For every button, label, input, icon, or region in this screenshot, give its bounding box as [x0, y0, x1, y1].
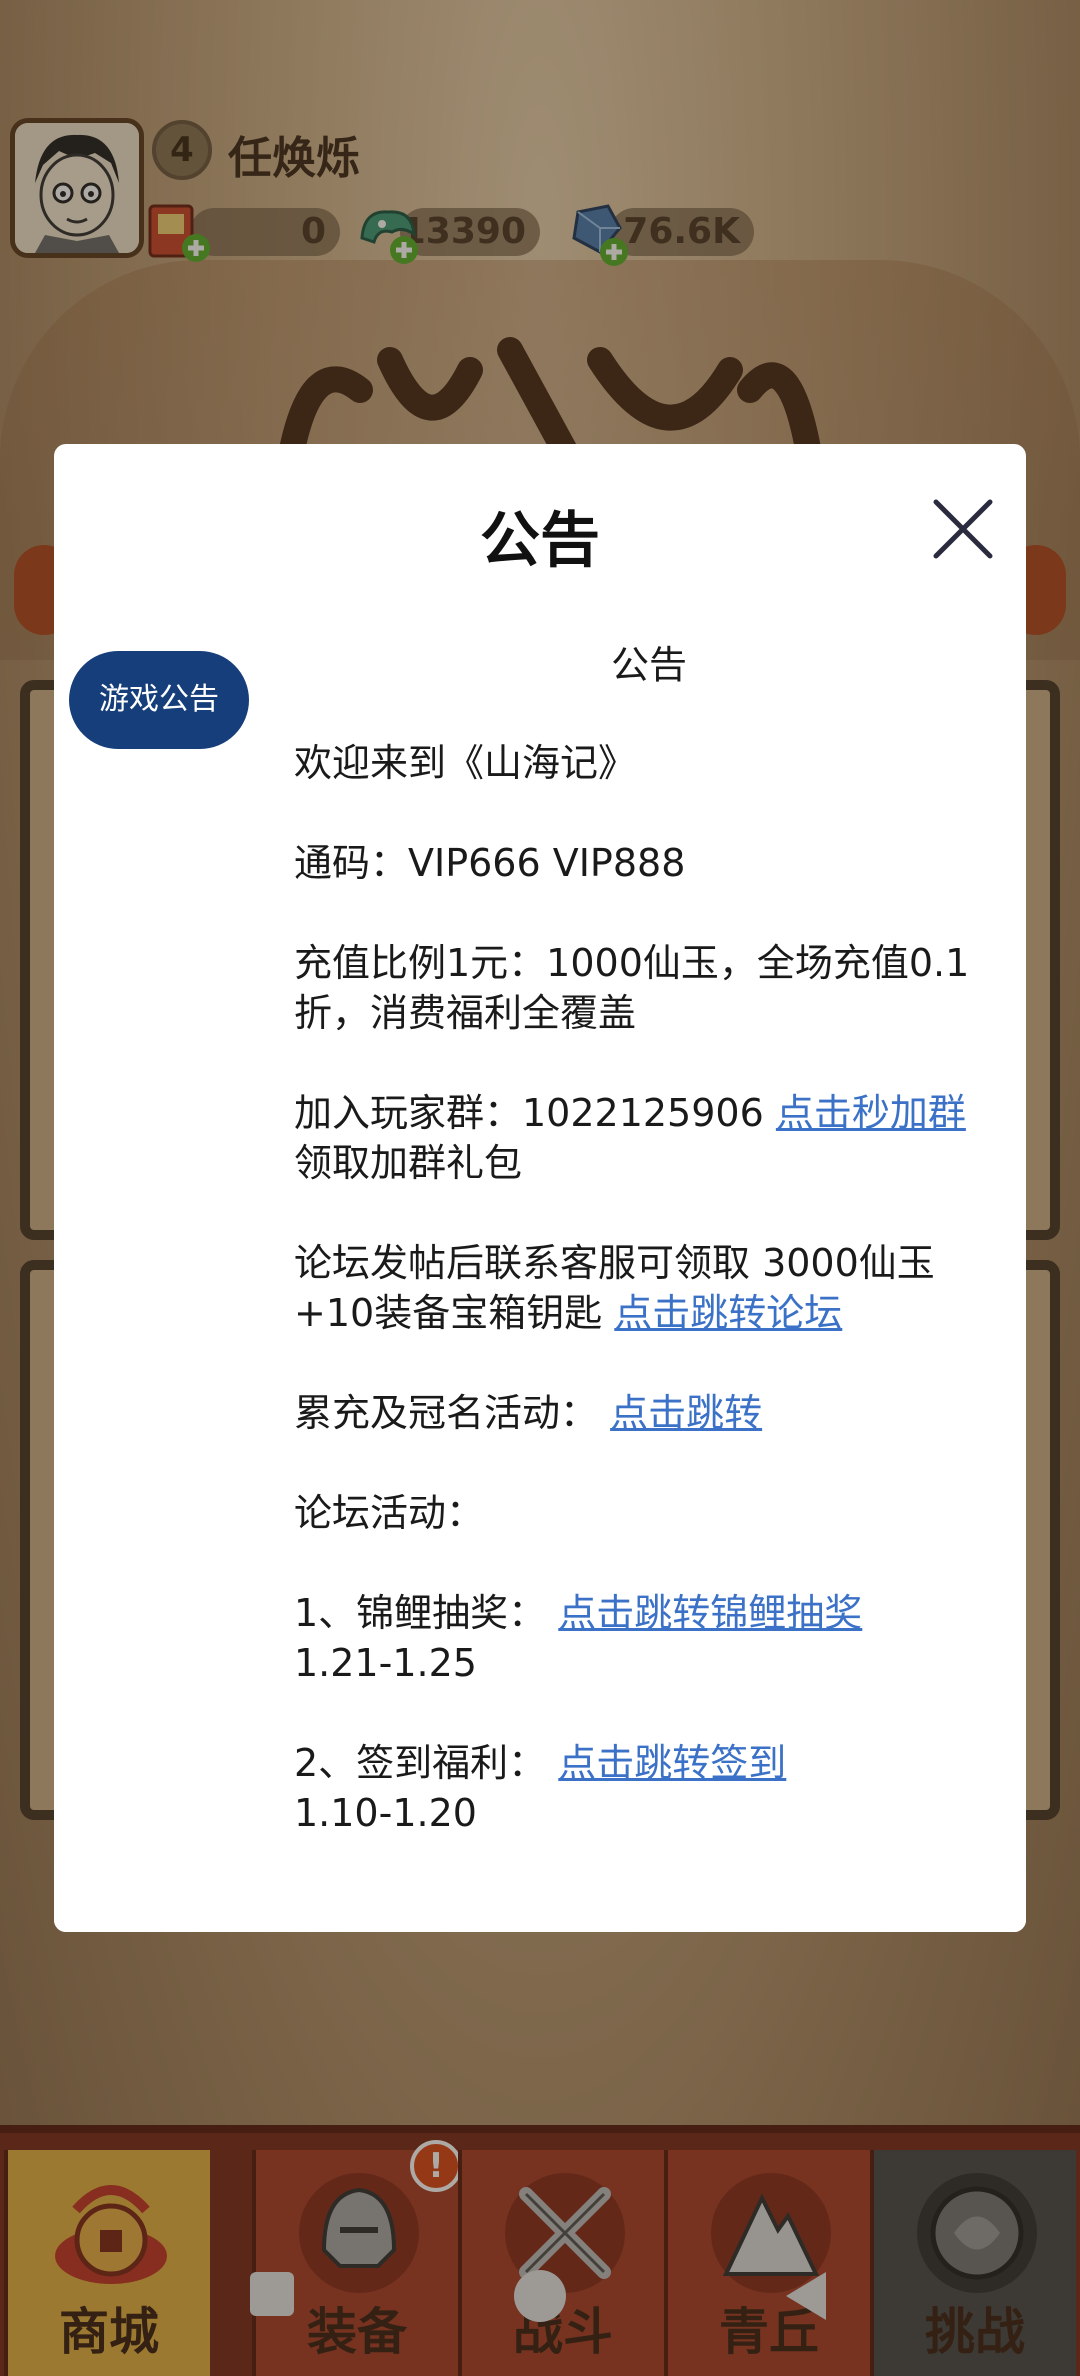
- close-icon[interactable]: [930, 496, 996, 562]
- signin-text: 2、签到福利：: [294, 1741, 547, 1785]
- welcome-text: 欢迎来到《山海记》: [294, 741, 637, 785]
- lottery-link[interactable]: 点击跳转锦鲤抽奖: [558, 1591, 862, 1635]
- group-paragraph: 加入玩家群：1022125906 点击秒加群 领取加群礼包: [294, 1088, 1004, 1188]
- forum-paragraph: 论坛发帖后联系客服可领取 3000仙玉+10装备宝箱钥匙 点击跳转论坛: [294, 1238, 1004, 1338]
- content-fade: [54, 1862, 1026, 1932]
- join-group-link[interactable]: 点击秒加群: [776, 1091, 966, 1135]
- group-suffix-text: 领取加群礼包: [294, 1141, 523, 1185]
- forum-link[interactable]: 点击跳转论坛: [614, 1291, 842, 1335]
- lottery-paragraph: 1、锦鲤抽奖： 点击跳转锦鲤抽奖 1.21-1.25: [294, 1588, 1004, 1688]
- lottery-date: 1.21-1.25: [294, 1641, 477, 1685]
- recharge-text: 充值比例1元：1000仙玉，全场充值0.1折，消费福利全覆盖: [294, 941, 970, 1035]
- forum-activity-heading: 论坛活动：: [294, 1491, 485, 1535]
- signin-date: 1.10-1.20: [294, 1791, 477, 1835]
- content-title: 公告: [610, 643, 687, 687]
- dialog-title: 公告: [480, 506, 600, 576]
- lottery-text: 1、锦鲤抽奖：: [294, 1591, 547, 1635]
- code-text: 通码：VIP666 VIP888: [294, 841, 686, 885]
- signin-paragraph: 2、签到福利： 点击跳转签到 1.10-1.20: [294, 1738, 1004, 1838]
- group-text: 加入玩家群：1022125906: [294, 1091, 776, 1135]
- signin-link[interactable]: 点击跳转签到: [558, 1741, 786, 1785]
- announcement-dialog: 公告 游戏公告 公告 欢迎来到《山海记》 通码：VIP666 VIP888 充值…: [54, 444, 1026, 1932]
- activity-link[interactable]: 点击跳转: [610, 1391, 762, 1435]
- announcement-content[interactable]: 公告 欢迎来到《山海记》 通码：VIP666 VIP888 充值比例1元：100…: [294, 640, 1004, 1912]
- activity-paragraph: 累充及冠名活动： 点击跳转: [294, 1388, 1004, 1438]
- activity-text: 累充及冠名活动：: [294, 1391, 599, 1435]
- tab-game-announcement[interactable]: 游戏公告: [69, 651, 249, 749]
